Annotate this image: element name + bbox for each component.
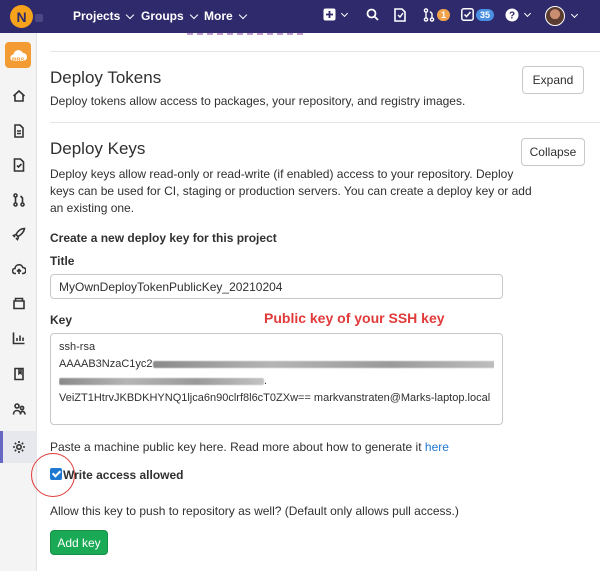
key-help-text: Paste a machine public key here. Read mo…: [50, 439, 449, 456]
deploy-tokens-description: Deploy tokens allow access to packages, …: [50, 94, 466, 108]
nav-projects-label: Projects: [73, 9, 121, 23]
sidebar-item-packages[interactable]: [0, 290, 37, 316]
rocket-icon: [11, 227, 25, 241]
search-icon[interactable]: [366, 8, 379, 21]
merge-requests-button[interactable]: 1: [423, 8, 451, 22]
key-textarea[interactable]: ssh-rsa AAAAB3NzaC1yc2 . VeiZT1HtrvJKBDK…: [50, 333, 503, 425]
project-avatar[interactable]: [5, 42, 31, 68]
deploy-keys-description-1: Deploy keys allow read-only or read-writ…: [50, 167, 514, 181]
mr-count-badge: 1: [437, 9, 451, 21]
sidebar-item-wiki[interactable]: [0, 361, 37, 387]
chevron-down-icon: [340, 9, 349, 17]
sidebar-item-issues[interactable]: [0, 152, 37, 178]
help-dropdown[interactable]: ?: [505, 8, 532, 22]
redacted-key-segment: [152, 360, 494, 368]
nav-groups-dropdown[interactable]: Groups: [141, 9, 198, 23]
chevron-down-icon: [238, 10, 247, 19]
title-label: Title: [50, 254, 75, 268]
deploy-keys-description-2: keys can be used for CI, staging or prod…: [50, 184, 532, 198]
deploy-keys-title: Deploy Keys: [50, 139, 146, 158]
sidebar-item-merge-requests[interactable]: [0, 187, 37, 213]
nav-projects-dropdown[interactable]: Projects: [73, 9, 135, 23]
section-divider: [50, 122, 600, 123]
title-field[interactable]: [50, 274, 503, 299]
key-line-3-text: .: [264, 375, 268, 387]
generate-key-help-link[interactable]: here: [425, 440, 449, 454]
section-divider: [50, 51, 600, 52]
key-label: Key: [50, 313, 73, 327]
merge-request-icon: [12, 193, 25, 207]
nav-more-label: More: [204, 9, 233, 23]
write-access-checkbox[interactable]: [50, 468, 62, 480]
package-icon: [12, 297, 25, 310]
sidebar-item-members[interactable]: [0, 396, 37, 422]
key-line-3: .: [59, 373, 494, 390]
expand-deploy-tokens-button[interactable]: Expand: [522, 66, 584, 94]
todos-button[interactable]: 35: [461, 8, 495, 21]
sidebar-item-repository[interactable]: [0, 118, 37, 144]
new-deploy-key-heading: Create a new deploy key for this project: [50, 231, 277, 245]
top-navbar: N Projects Groups More 1 35 ?: [0, 0, 600, 33]
sidebar-item-analytics[interactable]: [0, 325, 37, 351]
sidebar-item-operations[interactable]: [0, 256, 37, 282]
deploy-tokens-title: Deploy Tokens: [50, 68, 162, 87]
key-line-1: ssh-rsa: [59, 341, 96, 353]
chart-icon: [12, 332, 24, 345]
sidebar-item-project-overview[interactable]: [0, 83, 37, 109]
issues-icon[interactable]: [394, 8, 406, 22]
sidebar-item-cicd[interactable]: [0, 221, 37, 247]
user-avatar[interactable]: [545, 6, 565, 26]
deploy-keys-description-3: an existing one.: [50, 201, 135, 215]
chevron-down-icon: [523, 9, 532, 18]
scrolled-content-fragment: [187, 33, 307, 35]
chevron-down-icon: [126, 10, 135, 19]
key-line-4: VeiZT1HtrvJKBDKHYNQ1ljca6n90clrf8l6cT0ZX…: [59, 392, 491, 404]
write-access-label: Write access allowed: [63, 468, 184, 482]
gear-icon: [12, 441, 25, 453]
users-icon: [12, 403, 26, 415]
nav-groups-label: Groups: [141, 9, 184, 23]
help-icon: ?: [505, 8, 519, 22]
todo-count-badge: 35: [476, 8, 495, 21]
project-sidebar: RBS: [0, 33, 37, 571]
chevron-down-icon[interactable]: [570, 10, 579, 19]
sidebar-item-settings[interactable]: [0, 431, 37, 463]
todo-icon: [461, 8, 474, 21]
nav-more-dropdown[interactable]: More: [204, 9, 247, 23]
app-logo[interactable]: N: [10, 5, 33, 28]
new-item-dropdown[interactable]: [323, 8, 349, 21]
project-initials: RBS: [12, 58, 25, 64]
chevron-down-icon: [189, 10, 198, 19]
key-line-2-text: AAAAB3NzaC1yc2: [59, 358, 153, 370]
settings-main: Deploy Tokens Deploy tokens allow access…: [31, 33, 600, 571]
add-key-button[interactable]: Add key: [50, 530, 108, 555]
collapse-deploy-keys-button[interactable]: Collapse: [521, 138, 585, 166]
plus-square-icon: [323, 8, 336, 21]
write-access-help: Allow this key to push to repository as …: [50, 504, 459, 518]
annotation-public-key: Public key of your SSH key: [264, 310, 445, 326]
redacted-key-segment: [59, 377, 264, 385]
doc-icon: [13, 124, 24, 138]
home-icon: [12, 89, 25, 102]
instance-icon: [35, 14, 43, 22]
key-help-label: Paste a machine public key here. Read mo…: [50, 440, 422, 454]
svg-text:?: ?: [509, 11, 515, 22]
merge-request-icon: [423, 8, 435, 22]
cloud-upload-icon: [11, 263, 26, 275]
issues-icon: [13, 158, 24, 172]
key-line-2: AAAAB3NzaC1yc2: [59, 356, 494, 373]
book-icon: [13, 367, 24, 381]
